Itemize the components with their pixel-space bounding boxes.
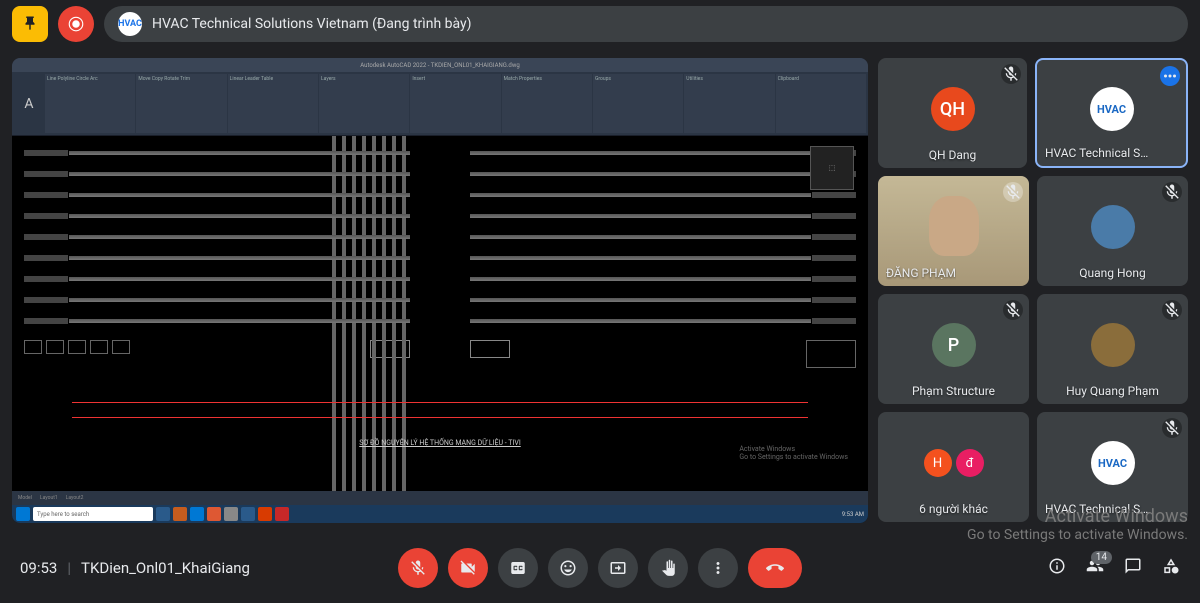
avatar: P [932, 323, 976, 367]
camera-toggle-button[interactable] [448, 548, 488, 588]
info-button[interactable] [1048, 557, 1066, 579]
meeting-info[interactable]: 09:53 | TKDien_Onl01_KhaiGiang [20, 559, 250, 577]
chat-button[interactable] [1124, 557, 1142, 579]
record-icon [67, 15, 85, 33]
activities-button[interactable] [1162, 557, 1180, 579]
participant-tile[interactable]: Huy Quang Phạm [1037, 294, 1188, 404]
cad-status-bar: ModelLayout1Layout2 [12, 491, 868, 505]
cad-window-title: Autodesk AutoCAD 2022 - TKDIEN_ONL01_KHA… [12, 58, 868, 72]
taskbar-search: Type here to search [33, 507, 153, 521]
hangup-icon [763, 559, 787, 577]
participant-tile-others[interactable]: H đ 6 người khác [878, 412, 1029, 522]
avatar: HVAC [1091, 441, 1135, 485]
cad-watermark: Activate Windows Go to Settings to activ… [739, 445, 848, 461]
avatar: HVAC [1090, 87, 1134, 131]
presenter-label: HVAC Technical Solutions Vietnam (Đang t… [152, 16, 472, 32]
others-avatars: H đ [924, 449, 984, 477]
mic-muted-icon [1162, 418, 1182, 438]
participant-name: HVAC Technical S… [1045, 146, 1148, 160]
captions-button[interactable] [498, 548, 538, 588]
presenter-avatar: HVAC [118, 12, 142, 36]
mic-muted-icon [1003, 300, 1023, 320]
avatar [1091, 323, 1135, 367]
participant-name: HVAC Technical S… [1045, 502, 1148, 516]
mic-muted-icon [1001, 64, 1021, 84]
participant-tile[interactable]: HVAC HVAC Technical S… [1037, 412, 1188, 522]
bottom-bar: 09:53 | TKDien_Onl01_KhaiGiang 14 [0, 533, 1200, 603]
participant-tile[interactable]: HVAC HVAC Technical S… [1035, 58, 1188, 168]
participant-name: QH Dang [929, 148, 977, 162]
participant-name: ĐĂNG PHẠM [886, 266, 956, 280]
others-label: 6 người khác [919, 502, 988, 516]
pin-icon [21, 15, 39, 33]
present-button[interactable] [598, 548, 638, 588]
speaking-icon [1160, 66, 1180, 86]
windows-taskbar: Type here to search 9:53 AM [12, 505, 868, 523]
cad-drawing-area: SƠ ĐỒ NGUYÊN LÝ HỆ THỐNG MẠNG DỮ LIỆU - … [12, 136, 868, 491]
avatar [1091, 205, 1135, 249]
participant-name: Phạm Structure [912, 384, 995, 398]
meeting-name: TKDien_Onl01_KhaiGiang [81, 559, 250, 577]
shapes-icon [1162, 557, 1180, 575]
camera-off-icon [459, 559, 477, 577]
info-icon [1048, 557, 1066, 575]
mic-muted-icon [1162, 300, 1182, 320]
mic-toggle-button[interactable] [398, 548, 438, 588]
more-icon [709, 559, 727, 577]
top-bar: HVAC HVAC Technical Solutions Vietnam (Đ… [0, 0, 1200, 48]
raise-hand-button[interactable] [648, 548, 688, 588]
more-options-button[interactable] [698, 548, 738, 588]
record-button[interactable] [58, 6, 94, 42]
reactions-button[interactable] [548, 548, 588, 588]
video-feed [929, 196, 979, 256]
drawing-title: SƠ ĐỒ NGUYÊN LÝ HỆ THỐNG MẠNG DỮ LIỆU - … [359, 439, 520, 447]
mic-muted-icon [1162, 182, 1182, 202]
captions-icon [509, 559, 527, 577]
participants-sidebar: QH QH Dang HVAC HVAC Technical S… ĐĂNG P… [878, 58, 1188, 523]
participant-name: Huy Quang Phạm [1066, 384, 1159, 398]
presenter-bar[interactable]: HVAC HVAC Technical Solutions Vietnam (Đ… [104, 6, 1188, 42]
clock-time: 09:53 [20, 559, 57, 577]
avatar: QH [931, 87, 975, 131]
people-button[interactable]: 14 [1086, 557, 1104, 579]
participant-tile[interactable]: P Phạm Structure [878, 294, 1029, 404]
taskbar-time: 9:53 AM [842, 511, 864, 518]
cad-ribbon: Autodesk AutoCAD 2022 - TKDIEN_ONL01_KHA… [12, 58, 868, 136]
participant-tile[interactable]: QH QH Dang [878, 58, 1027, 168]
smile-icon [559, 559, 577, 577]
pin-button[interactable] [12, 6, 48, 42]
participant-tile[interactable]: ĐĂNG PHẠM [878, 176, 1029, 286]
participant-name: Quang Hong [1079, 266, 1146, 280]
mic-muted-icon [1003, 182, 1023, 202]
hangup-button[interactable] [748, 548, 802, 588]
present-icon [609, 559, 627, 577]
participant-tile[interactable]: Quang Hong [1037, 176, 1188, 286]
mic-off-icon [409, 559, 427, 577]
people-count-badge: 14 [1091, 551, 1112, 564]
main-area: Autodesk AutoCAD 2022 - TKDIEN_ONL01_KHA… [0, 48, 1200, 523]
nav-compass: ⬚ [810, 146, 854, 190]
chat-icon [1124, 557, 1142, 575]
hand-icon [659, 559, 677, 577]
shared-screen: Autodesk AutoCAD 2022 - TKDIEN_ONL01_KHA… [12, 58, 868, 523]
